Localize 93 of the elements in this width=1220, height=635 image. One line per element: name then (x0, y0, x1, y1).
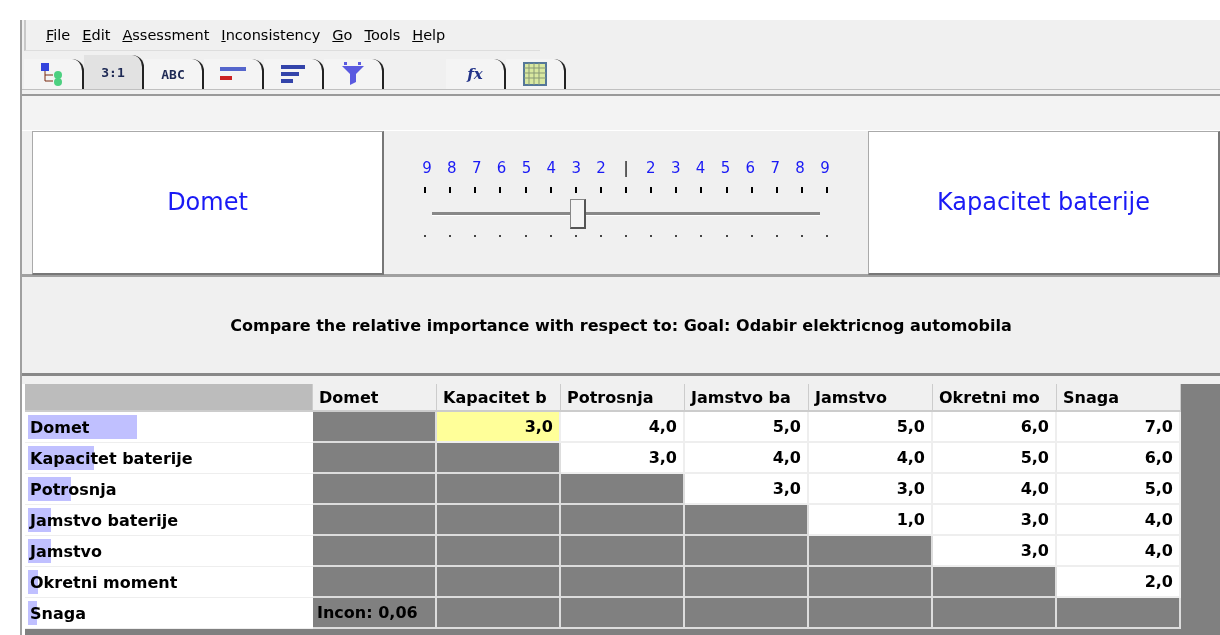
tick-mark (449, 186, 452, 193)
table-cell[interactable]: 4,0 (1057, 505, 1181, 536)
scale-label: 2 (645, 158, 657, 177)
row-label: Potrosnja (29, 479, 117, 499)
tick-mark (499, 186, 502, 193)
table-cell[interactable]: 4,0 (933, 474, 1057, 505)
scale-label: 3 (669, 158, 682, 177)
table-cell[interactable]: 4,0 (1057, 536, 1181, 567)
right-criterion: Kapacitet baterije (868, 130, 1220, 275)
table-cell[interactable]: 3,0 (561, 443, 685, 474)
scale-label: 3 (570, 158, 582, 177)
tick-mark (599, 186, 602, 193)
tab[interactable]: fx (446, 59, 506, 89)
scale-label: 5 (719, 158, 732, 177)
row-label: Kapacitet baterije (29, 448, 193, 468)
table-cell[interactable]: 3,0 (809, 474, 933, 505)
scale-label: 6 (495, 158, 508, 177)
column-header: Domet (313, 384, 437, 412)
tick-mark (725, 186, 728, 193)
menu-item[interactable]: File (40, 27, 77, 43)
bar-chart-icon (281, 64, 305, 84)
table-cell[interactable]: 5,0 (809, 412, 933, 443)
row-label: Jamstvo (28, 541, 102, 561)
table-cell[interactable]: 3,0 (933, 536, 1057, 567)
table-cell[interactable]: 1,0 (809, 505, 933, 536)
left-criterion: Domet (32, 130, 384, 275)
table-cell[interactable]: 2,0 (1057, 567, 1181, 598)
tick-mark (775, 186, 778, 193)
scale-label: 7 (769, 158, 781, 177)
scale-label: 4 (694, 158, 707, 177)
scale-label: 2 (595, 158, 607, 177)
table-cell[interactable]: 3,0 (437, 412, 561, 443)
tick-mark (700, 186, 703, 193)
table-cell: Incon: 0,06 (313, 598, 437, 629)
menu-item[interactable]: Assessment (116, 27, 216, 43)
bar-chart-icon (220, 65, 246, 83)
tick-mark (625, 186, 627, 193)
row-label: Okretni moment (29, 572, 178, 592)
menu-item[interactable]: Edit (76, 27, 117, 43)
table-cell[interactable]: 3,0 (685, 474, 809, 505)
scale-label: 9 (819, 158, 831, 177)
row-label: Snaga (29, 603, 86, 623)
slider-thumb[interactable] (569, 198, 586, 229)
tick-mark (800, 186, 803, 193)
tick-mark (750, 186, 753, 193)
tick-mark (826, 186, 828, 193)
scale-label: 6 (744, 158, 757, 177)
menu-item[interactable]: Tools (358, 27, 407, 43)
column-header: Potrosnja (561, 384, 685, 412)
table-cell[interactable]: 5,0 (685, 412, 809, 443)
grid-icon (523, 62, 547, 86)
scale-label: 9 (421, 158, 433, 177)
table-cell[interactable]: 4,0 (685, 443, 809, 474)
tick-mark (574, 186, 577, 193)
menu-item[interactable]: Inconsistency (215, 27, 327, 43)
scale-label: 8 (794, 158, 806, 177)
scale-label: 7 (470, 158, 483, 177)
column-header: Okretni mo (933, 384, 1057, 412)
instruction-text: Compare the relative importance with respect to: Goal: Odabir elektricnog automobila (230, 315, 1012, 335)
tab[interactable]: ABC (144, 59, 204, 89)
column-header: Snaga (1057, 384, 1181, 412)
tick-mark (675, 186, 678, 193)
tick-mark (474, 186, 477, 193)
scale-label: 8 (446, 158, 458, 177)
tab[interactable]: 3:1 (84, 55, 144, 89)
table-cell[interactable]: 6,0 (1057, 443, 1181, 474)
scale-label: 4 (545, 158, 558, 177)
tab[interactable] (204, 59, 264, 89)
table-cell[interactable]: 5,0 (1057, 474, 1181, 505)
scale-label: 5 (520, 158, 533, 177)
table-cell[interactable]: 4,0 (561, 412, 685, 443)
tab[interactable] (324, 59, 384, 89)
table-cell[interactable]: 4,0 (809, 443, 933, 474)
column-header: Jamstvo ba (685, 384, 809, 412)
row-label: Jamstvo baterije (28, 510, 179, 530)
column-header: Kapacitet b (437, 384, 561, 412)
tab[interactable] (506, 59, 566, 89)
tick-mark (424, 186, 426, 193)
tab[interactable] (24, 59, 84, 89)
table-cell[interactable]: 3,0 (933, 505, 1057, 536)
tick-mark (549, 186, 552, 193)
tab[interactable] (264, 59, 324, 89)
scale-label: | (622, 158, 630, 177)
menu-item[interactable]: Go (326, 27, 359, 43)
tick-mark (650, 186, 653, 193)
row-label: Domet (29, 417, 90, 437)
column-header: Jamstvo (809, 384, 933, 412)
table-cell[interactable]: 7,0 (1057, 412, 1181, 443)
table-cell[interactable]: 6,0 (933, 412, 1057, 443)
tick-mark (524, 186, 527, 193)
table-cell[interactable]: 5,0 (933, 443, 1057, 474)
menu-item[interactable]: Help (406, 27, 452, 43)
funnel-icon (341, 62, 365, 86)
